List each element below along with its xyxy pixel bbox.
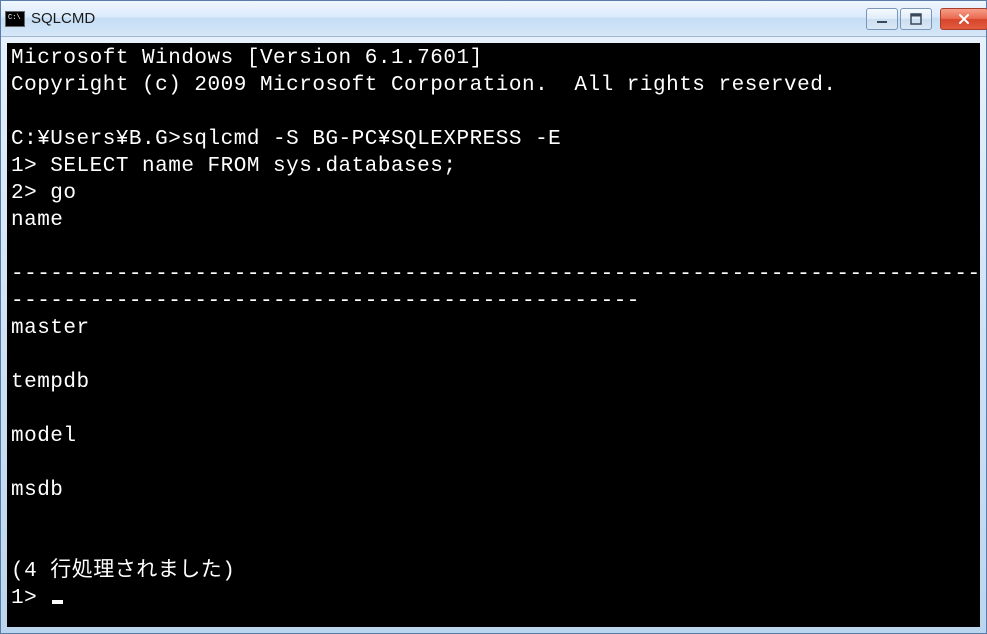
console-line: (4 行処理されました) — [11, 560, 235, 583]
maximize-icon — [910, 13, 922, 25]
console-line: Copyright (c) 2009 Microsoft Corporation… — [11, 74, 836, 97]
cursor — [52, 600, 63, 604]
minimize-icon — [876, 13, 888, 25]
app-icon — [5, 11, 25, 27]
console-line: tempdb — [11, 371, 90, 394]
client-area: Microsoft Windows [Version 6.1.7601] Cop… — [1, 37, 986, 633]
close-button[interactable] — [940, 8, 987, 30]
window-title: SQLCMD — [31, 10, 95, 27]
console-line: name — [11, 209, 63, 232]
console-line: master — [11, 317, 90, 340]
minimize-button[interactable] — [866, 8, 898, 30]
console-line: ----------------------------------------… — [11, 290, 640, 313]
console-line: 2> go — [11, 182, 77, 205]
console-line: msdb — [11, 479, 63, 502]
console-line: C:¥Users¥B.G>sqlcmd -S BG-PC¥SQLEXPRESS … — [11, 128, 561, 151]
console-output[interactable]: Microsoft Windows [Version 6.1.7601] Cop… — [7, 43, 980, 627]
titlebar[interactable]: SQLCMD — [1, 1, 986, 37]
console-line: model — [11, 425, 77, 448]
console-prompt: 1> — [11, 587, 50, 610]
maximize-button[interactable] — [900, 8, 932, 30]
app-window: SQLCMD Microsoft Windows [Version 6 — [0, 0, 987, 634]
console-line: 1> SELECT name FROM sys.databases; — [11, 155, 456, 178]
console-line: Microsoft Windows [Version 6.1.7601] — [11, 47, 483, 70]
window-controls — [866, 8, 982, 30]
close-icon — [958, 13, 970, 25]
console-line: ----------------------------------------… — [11, 263, 980, 286]
